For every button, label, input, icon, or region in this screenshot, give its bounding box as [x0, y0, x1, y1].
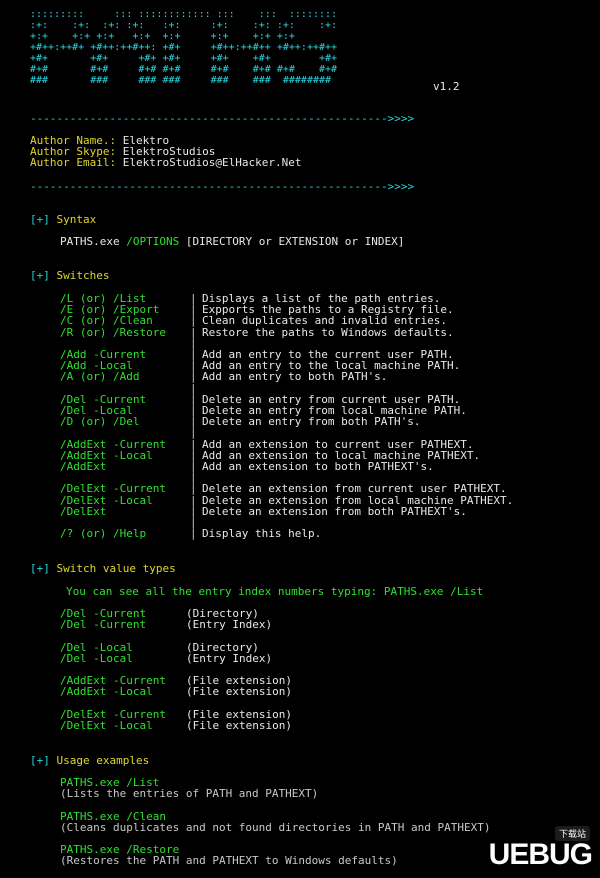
value-type-switch: /DelExt -Local	[60, 719, 153, 732]
banner-row: #+# #+# #+# #+# #+# #+# #+# #+#	[30, 64, 338, 75]
banner-row: +#++:++#+ +#++:++#++: +#+ +#++:++#++ +#+…	[30, 42, 338, 53]
syntax-options: /OPTIONS	[126, 235, 180, 248]
switch-name: /? (or) /Help	[60, 527, 147, 541]
switch-name: /R (or) /Restore	[60, 325, 166, 339]
value-types-heading: [+] Switch value types	[30, 563, 176, 574]
switch-separator: |	[190, 482, 197, 496]
switch-description: Display this help.	[202, 527, 322, 541]
switch-separator: |	[190, 370, 197, 384]
syntax-heading-prefix: [+]	[30, 213, 50, 226]
banner-row: +:+ +:+ +:+ +:+ +:+ +:+ +:+ +:+	[30, 31, 295, 42]
switch-separator: |	[190, 381, 197, 395]
watermark-logo: UEBUG	[488, 838, 593, 871]
value-type-switch: /AddExt -Local	[60, 685, 153, 699]
switch-separator: |	[190, 426, 197, 440]
switch-description: Delete an extension from current user PA…	[202, 482, 507, 496]
author-email-line: Author Email: ElektroStudios@ElHacker.Ne…	[30, 157, 302, 168]
switch-description: Delete an extension from local machine P…	[202, 493, 514, 507]
banner-row: ::::::::: ::: :::::::::::: ::: ::: :::::…	[30, 9, 338, 20]
value-type-switch: /Del -Current	[60, 618, 147, 632]
switch-name: /C (or) /Clean	[60, 314, 153, 328]
divider-top: ----------------------------------------…	[30, 112, 415, 125]
banner-row: :+: :+: :+: :+: :+: :+: :+: :+: :+:	[30, 20, 338, 31]
switch-name: /DelExt -Local	[60, 493, 153, 507]
value-type-switch: /Del -Local	[60, 640, 133, 654]
switch-separator: |	[190, 314, 197, 328]
value-types-heading-prefix: [+]	[30, 562, 50, 575]
divider-bottom: ----------------------------------------…	[30, 180, 415, 193]
switch-description: Delete an extension from both PATHEXT's.	[202, 504, 467, 518]
switch-name: /D (or) /Del	[60, 415, 140, 429]
usage-heading: [+] Usage examples	[30, 755, 149, 766]
switches-heading-text: Switches	[49, 269, 110, 282]
switch-name: /DelExt	[60, 504, 107, 518]
switch-name: /DelExt -Current	[60, 482, 166, 496]
usage-heading-text: Usage examples	[49, 754, 150, 767]
switch-description: Clean duplicates and invalid entries.	[202, 314, 448, 328]
switch-description: Restore the paths to Windows defaults.	[202, 325, 454, 339]
watermark-badge: 下载站	[554, 826, 590, 841]
value-types-heading-text: Switch value types	[49, 562, 176, 575]
value-type-switch: /Del -Local	[60, 651, 133, 665]
switch-description: Add an extension to current user PATHEXT…	[202, 437, 474, 451]
value-type-value: (File extension)	[186, 719, 292, 732]
switch-separator: |	[190, 493, 197, 507]
usage-description: (Cleans duplicates and not found directo…	[60, 821, 491, 834]
value-types-note: You can see all the entry index numbers …	[66, 585, 484, 598]
usage-description: (Restores the PATH and PATHEXT to Window…	[60, 854, 398, 867]
syntax-heading: [+] Syntax	[30, 214, 96, 225]
syntax-cmd: PATHS.exe	[60, 235, 127, 248]
switch-description: Delete an entry from both PATH's.	[202, 415, 421, 429]
switch-description: Add an entry to both PATH's.	[202, 370, 388, 384]
switches-heading: [+] Switches	[30, 270, 109, 281]
version-label: v1.2	[433, 80, 460, 93]
watermark: UEBUG 下载站	[488, 826, 593, 872]
switch-name: /A (or) /Add	[60, 370, 140, 384]
value-type-value: (Entry Index)	[186, 618, 273, 632]
value-type-value: (File extension)	[186, 685, 292, 699]
syntax-args: [DIRECTORY or EXTENSION or INDEX]	[179, 235, 405, 248]
author-email-label: Author Email:	[30, 156, 117, 169]
banner-row: ### ### ### ### ### ### ########	[30, 75, 332, 86]
switch-separator: |	[190, 325, 197, 339]
usage-heading-prefix: [+]	[30, 754, 50, 767]
value-type-value: (Directory)	[186, 640, 259, 654]
syntax-heading-text: Syntax	[49, 213, 97, 226]
author-email-value: ElektroStudios@ElHacker.Net	[116, 156, 302, 169]
switch-name: /AddExt -Current	[60, 437, 166, 451]
ascii-banner: ::::::::: ::: :::::::::::: ::: ::: :::::…	[30, 10, 415, 90]
switches-heading-prefix: [+]	[30, 269, 50, 282]
switch-separator: |	[190, 437, 197, 451]
syntax-line: PATHS.exe /OPTIONS [DIRECTORY or EXTENSI…	[60, 236, 404, 247]
switch-name: /AddExt	[60, 460, 107, 473]
value-type-value: (Entry Index)	[186, 651, 273, 665]
usage-description: (Lists the entries of PATH and PATHEXT)	[60, 787, 319, 800]
switch-separator: |	[190, 527, 197, 541]
banner-row: +#+ +#+ +#+ +#+ +#+ +#+ +#+	[30, 53, 338, 64]
switch-description: Add an extension to both PATHEXT's.	[202, 460, 434, 473]
